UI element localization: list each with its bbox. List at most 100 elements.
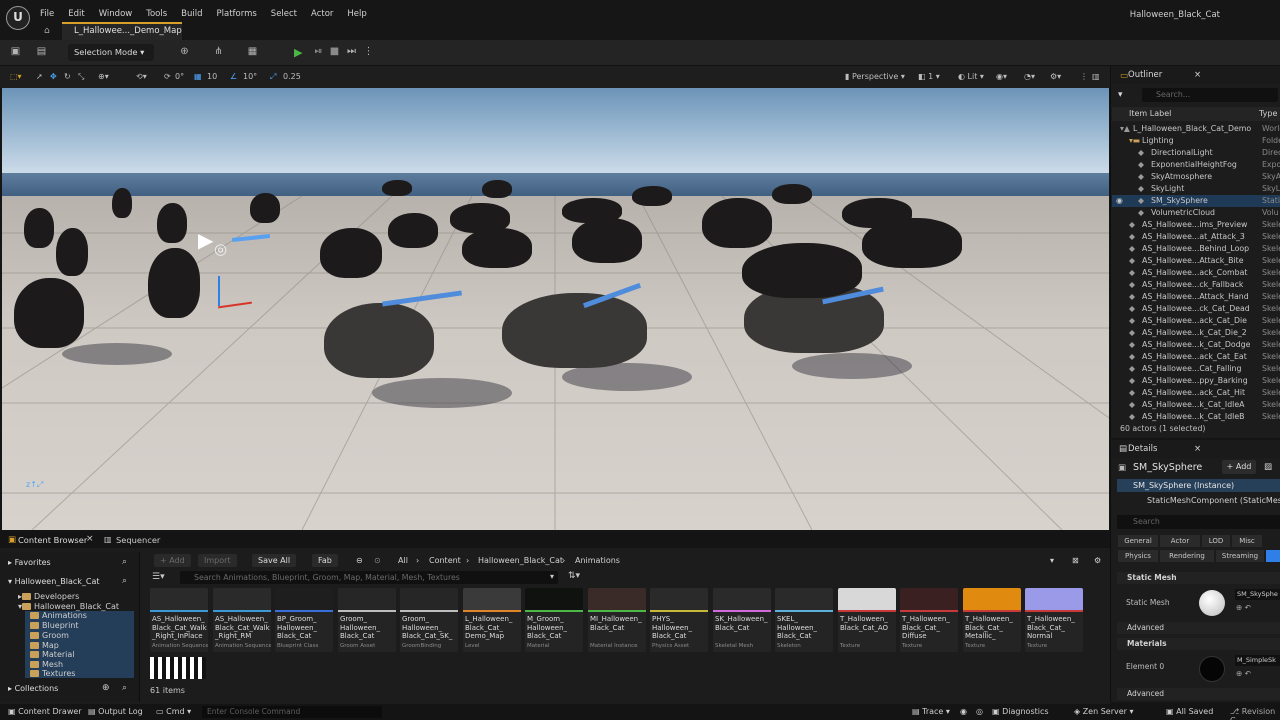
revision-control-button[interactable]: ⎇ Revision C — [1230, 707, 1280, 720]
filter-all[interactable] — [1266, 550, 1280, 562]
tab-level-map[interactable]: L_Hallowee..._Demo_Map — [62, 22, 182, 40]
menu-build[interactable]: Build — [181, 9, 202, 19]
menu-file[interactable]: File — [40, 9, 54, 19]
select-tool-icon[interactable]: ➚ — [36, 72, 43, 81]
play-icon[interactable]: ▶ — [294, 46, 302, 59]
close-icon[interactable]: × — [1194, 444, 1201, 454]
black-cat[interactable] — [14, 278, 84, 348]
browse-asset-icon[interactable]: ⊕ ↶ — [1236, 603, 1251, 612]
black-cat[interactable] — [862, 218, 962, 268]
menu-platforms[interactable]: Platforms — [217, 9, 257, 19]
folder-blueprint[interactable]: Blueprint — [30, 621, 79, 630]
breadcrumb-content[interactable]: Content — [429, 556, 461, 565]
outliner-row[interactable]: ◆ AS_Hallowee...Cat_Falling Skele — [1112, 363, 1280, 375]
folder-animations[interactable]: Animations — [30, 611, 87, 620]
black-cat[interactable] — [482, 180, 512, 198]
home-icon[interactable]: ⌂ — [44, 27, 54, 36]
outliner-row[interactable]: ◆ AS_Hallowee...at_Attack_3 Skele — [1112, 231, 1280, 243]
black-cat[interactable] — [388, 213, 438, 248]
folder-map[interactable]: Map — [30, 641, 59, 650]
outliner-row[interactable]: ◆ AS_Hallowee...ack_Cat_Hit Skele — [1112, 387, 1280, 399]
save-all-button[interactable]: Save All — [252, 554, 297, 567]
search-icon[interactable]: ⌕ — [122, 683, 127, 693]
grid-snap-value[interactable]: 10 — [207, 72, 217, 81]
mesh-thumbnail[interactable] — [1199, 590, 1225, 616]
advanced-toggle[interactable]: Advanced — [1117, 622, 1280, 634]
outliner-row[interactable]: ◆ AS_Hallowee...k_Cat_IdleB Skele — [1112, 411, 1280, 423]
diagnostics-button[interactable]: ▣ Diagnostics — [992, 707, 1049, 716]
black-cat[interactable] — [324, 303, 434, 378]
angle-snap-value[interactable]: 10° — [243, 72, 257, 81]
transform-select-icon[interactable]: ⬚▾ — [10, 72, 22, 81]
gizmo-z-axis[interactable] — [218, 276, 220, 306]
step-icon[interactable]: ⏯ — [312, 46, 325, 58]
black-cat[interactable] — [562, 198, 622, 223]
all-saved-button[interactable]: ▣ All Saved — [1166, 707, 1213, 716]
unreal-logo-icon[interactable]: U — [6, 6, 30, 30]
grid-snap-icon[interactable]: ▦ — [194, 72, 202, 81]
section-static-mesh[interactable]: Static Mesh — [1117, 572, 1280, 584]
black-cat[interactable] — [772, 184, 812, 204]
details-tab[interactable]: Details — [1128, 444, 1157, 454]
root-folder-toggle[interactable]: ▾ Halloween_Black_Cat — [8, 577, 100, 586]
outliner-row[interactable]: ◆ SM_SkySphere Stati ◉ — [1112, 195, 1280, 207]
asset-tile[interactable]: AS_Halloween_ Black_Cat_Walk _Right_RM An… — [213, 588, 271, 652]
asset-tile[interactable]: T_Halloween_ Black_Cat_ Normal Texture — [1025, 588, 1083, 652]
search-icon[interactable]: ⌕ — [122, 557, 127, 567]
blueprint-icon[interactable]: ⋔ — [212, 46, 225, 58]
section-materials[interactable]: Materials — [1117, 638, 1280, 650]
path-dropdown-icon[interactable]: ▾ — [1050, 556, 1054, 565]
outliner-tab[interactable]: Outliner — [1128, 70, 1162, 80]
favorites-toggle[interactable]: ▸ Favorites — [8, 558, 51, 567]
black-cat[interactable] — [250, 193, 280, 223]
component-static-mesh-row[interactable]: StaticMeshComponent (StaticMeshC — [1117, 494, 1280, 507]
outliner-row[interactable]: ◆ AS_Hallowee...Behind_Loop Skele — [1112, 243, 1280, 255]
trace-button[interactable]: ▤ Trace ▾ — [912, 707, 950, 716]
gamepad-icon[interactable]: ◎ — [214, 240, 236, 258]
level-viewport[interactable]: ▶ ◎ z↑⤢ — [2, 88, 1109, 530]
add-actor-icon[interactable]: ⊕ — [178, 46, 191, 58]
browse-material-icon[interactable]: ⊕ ↶ — [1236, 669, 1251, 678]
black-cat[interactable] — [56, 228, 88, 276]
filter-rendering[interactable]: Rendering — [1160, 550, 1214, 562]
outliner-row[interactable]: ◆ AS_Hallowee...ppy_Barking Skele — [1112, 375, 1280, 387]
outliner-row[interactable]: ◆ AS_Hallowee...k_Cat_Dodge Skele — [1112, 339, 1280, 351]
col-item-label[interactable]: Item Label — [1129, 109, 1171, 118]
close-icon[interactable]: × — [86, 534, 94, 544]
breadcrumb-animations[interactable]: Animations — [575, 556, 620, 565]
black-cat[interactable] — [572, 218, 642, 263]
advanced-toggle-2[interactable]: Advanced — [1117, 688, 1280, 700]
folder-material[interactable]: Material — [30, 650, 75, 659]
filter-icon[interactable]: ☰▾ — [152, 572, 165, 582]
outliner-row[interactable]: ◆ AS_Hallowee...ack_Combat Skele — [1112, 267, 1280, 279]
more-icon[interactable]: ⋮ — [1080, 72, 1088, 81]
black-cat[interactable] — [320, 228, 382, 278]
black-cat[interactable] — [157, 203, 187, 243]
outliner-row[interactable]: ◆ AS_Hallowee...Attack_Hand Skele — [1112, 291, 1280, 303]
scale-tool-icon[interactable]: ⤡ — [78, 72, 84, 82]
selected-actor-name[interactable]: SM_SkySphere — [1133, 462, 1202, 473]
sort-icon[interactable]: ⇅▾ — [568, 571, 580, 581]
tab-content-browser[interactable]: Content Browser — [18, 535, 87, 545]
save-icon[interactable]: ▣ — [9, 46, 22, 58]
asset-search-input[interactable]: Search Animations, Blueprint, Groom, Map… — [180, 571, 558, 584]
stop-icon[interactable]: ■ — [328, 46, 341, 58]
outliner-row[interactable]: ◆ AS_Hallowee...k_Cat_IdleA Skele — [1112, 399, 1280, 411]
menu-edit[interactable]: Edit — [68, 9, 84, 19]
settings-icon[interactable]: ⚙ — [1094, 556, 1101, 565]
history-forward-icon[interactable]: ⊙ — [374, 556, 381, 565]
lit-mode-dropdown[interactable]: ◐ Lit ▾ — [958, 72, 984, 81]
surface-snap-icon[interactable]: ⟲▾ — [136, 72, 147, 81]
outliner-row[interactable]: ◆ AS_Hallowee...ack_Cat_Eat Skele — [1112, 351, 1280, 363]
cmd-button[interactable]: ▭ Cmd ▾ — [156, 707, 191, 716]
snapshot-icon[interactable]: ◎ — [976, 707, 983, 716]
asset-tile[interactable]: PHYS_ Halloween_ Black_Cat Physics Asset — [650, 588, 708, 652]
rotate-snap-icon[interactable]: ⟳ — [164, 72, 171, 81]
selection-mode-dropdown[interactable]: Selection Mode ▾ — [68, 44, 154, 61]
asset-tile[interactable]: MI_Halloween_ Black_Cat Material Instance — [588, 588, 646, 652]
folder-groom[interactable]: Groom — [30, 631, 69, 640]
outliner-row[interactable]: ◆ AS_Hallowee...ck_Cat_Dead Skele — [1112, 303, 1280, 315]
more-options-icon[interactable]: ⋮ — [362, 46, 375, 58]
perspective-dropdown[interactable]: ▮ Perspective ▾ — [845, 72, 905, 81]
black-cat[interactable] — [148, 248, 200, 318]
